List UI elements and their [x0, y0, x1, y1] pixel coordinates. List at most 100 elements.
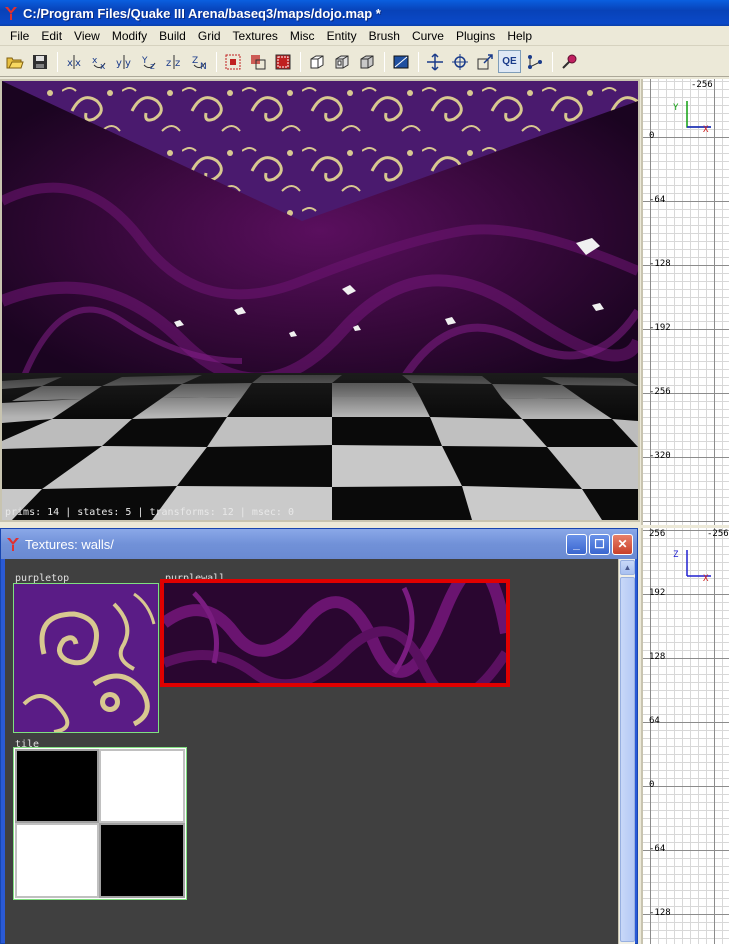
- grid-top-coord: -256: [707, 529, 729, 539]
- maximize-icon: ☐: [594, 537, 605, 551]
- grid-label: -256: [649, 387, 671, 397]
- render-stats: prims: 14 | states: 5 | transforms: 12 |…: [5, 507, 294, 518]
- menu-misc[interactable]: Misc: [284, 29, 321, 43]
- grid-label: 0: [649, 131, 655, 141]
- menu-brush[interactable]: Brush: [363, 29, 406, 43]
- svg-text:z: z: [150, 62, 155, 71]
- menu-file[interactable]: File: [4, 29, 35, 43]
- texture-purpletop[interactable]: [13, 583, 159, 734]
- svg-text:x: x: [92, 56, 98, 66]
- toolbar-separator: [216, 51, 217, 72]
- menu-grid[interactable]: Grid: [192, 29, 227, 43]
- svg-text:z: z: [175, 58, 180, 69]
- grid-label: -64: [649, 195, 666, 205]
- save-button[interactable]: [28, 50, 51, 73]
- toolbar-separator: [57, 51, 58, 72]
- csg-merge-button[interactable]: [355, 50, 378, 73]
- axis-y-label: Y: [673, 103, 679, 113]
- open-button[interactable]: [3, 50, 26, 73]
- tile-swatch: [14, 748, 186, 899]
- menu-textures[interactable]: Textures: [227, 29, 284, 43]
- grid-label: 128: [649, 652, 666, 662]
- select-inside-icon: [275, 54, 290, 69]
- flip-x-icon: xx: [67, 54, 81, 69]
- menu-edit[interactable]: Edit: [35, 29, 68, 43]
- rotate-x-button[interactable]: xx: [87, 50, 110, 73]
- flip-x-button[interactable]: xx: [62, 50, 85, 73]
- menu-build[interactable]: Build: [153, 29, 192, 43]
- grid-label: -128: [649, 259, 671, 269]
- radiant-app: C:/Program Files/Quake III Arena/baseq3/…: [0, 0, 729, 944]
- close-button[interactable]: ✕: [612, 533, 633, 555]
- svg-text:x: x: [100, 62, 106, 71]
- toolbar-separator: [552, 51, 553, 72]
- select-tall-icon: [225, 54, 240, 69]
- rotate-icon: [451, 53, 468, 70]
- cube-merge-icon: [360, 55, 373, 68]
- toolbar-separator: [418, 51, 419, 72]
- textures-title: Textures: walls/: [25, 536, 114, 552]
- plugin-button[interactable]: [557, 50, 580, 73]
- scroll-up-icon[interactable]: ▲: [620, 560, 635, 575]
- menu-help[interactable]: Help: [501, 29, 538, 43]
- qe-label: QE: [502, 56, 517, 67]
- cube-hollow-icon: [335, 55, 348, 68]
- textures-title-bar[interactable]: Textures: walls/ _ ☐ ✕: [1, 529, 637, 559]
- flip-z-button[interactable]: zz: [162, 50, 185, 73]
- title-bar[interactable]: C:/Program Files/Quake III Arena/baseq3/…: [0, 0, 729, 26]
- minimize-button[interactable]: _: [566, 533, 587, 555]
- texture-purplewall-selected[interactable]: [160, 561, 512, 702]
- csg-subtract-button[interactable]: [305, 50, 328, 73]
- menu-plugins[interactable]: Plugins: [450, 29, 501, 43]
- view-icon: [393, 55, 408, 68]
- xy-grid-view[interactable]: -256 Y X 0 -64 -128 -192 -256 -320: [641, 79, 729, 525]
- qe-mode-button[interactable]: QE: [498, 50, 521, 73]
- rotate-y-button[interactable]: Yz: [137, 50, 160, 73]
- svg-text:Z: Z: [192, 56, 198, 66]
- grid-top-coord: 256: [649, 529, 666, 539]
- cube-icon: [310, 55, 323, 68]
- svg-text:z: z: [166, 58, 171, 69]
- select-inside-button[interactable]: [271, 50, 294, 73]
- axis-x-label: X: [703, 574, 709, 584]
- rotate-button[interactable]: [448, 50, 471, 73]
- close-icon: ✕: [617, 537, 628, 551]
- scale-icon: [477, 53, 493, 69]
- scale-button[interactable]: [473, 50, 496, 73]
- flip-y-button[interactable]: yy: [112, 50, 135, 73]
- texture-tile[interactable]: [13, 747, 187, 900]
- texture-browser[interactable]: purpletop purplewall tile ▲: [5, 559, 635, 944]
- folder-open-icon: [6, 57, 24, 68]
- maximize-button[interactable]: ☐: [589, 533, 610, 555]
- grid-label: -64: [649, 844, 666, 854]
- move-button[interactable]: [423, 50, 446, 73]
- menu-modify[interactable]: Modify: [106, 29, 153, 43]
- main-toolbar: xx xx yy Yz zz ZN QE: [0, 47, 729, 77]
- menu-entity[interactable]: Entity: [321, 29, 363, 43]
- select-touching-button[interactable]: [246, 50, 269, 73]
- rotate-z-button[interactable]: ZN: [187, 50, 210, 73]
- move-arrows-icon: [426, 52, 443, 71]
- grid-label: -192: [649, 323, 671, 333]
- axis-x-label: X: [703, 125, 709, 135]
- menu-curve[interactable]: Curve: [406, 29, 450, 43]
- menu-bar: File Edit View Modify Build Grid Texture…: [0, 26, 729, 46]
- radiant-logo-icon: [5, 7, 17, 20]
- vertex-icon: [527, 54, 542, 69]
- svg-text:x: x: [75, 58, 81, 69]
- menu-view[interactable]: View: [68, 29, 106, 43]
- minimize-icon: _: [573, 537, 580, 551]
- rotate-x-icon: xx: [92, 56, 106, 71]
- axis-z-label: Z: [673, 550, 679, 560]
- change-view-button[interactable]: [389, 50, 412, 73]
- xz-grid-view[interactable]: 256 -256 Z X 192 128 64 0 -64 -128: [641, 528, 729, 944]
- scroll-thumb[interactable]: [620, 577, 635, 942]
- camera-viewport[interactable]: prims: 14 | states: 5 | transforms: 12 |…: [0, 79, 640, 522]
- csg-hollow-button[interactable]: [330, 50, 353, 73]
- grid-label: 0: [649, 780, 655, 790]
- rotate-z-icon: ZN: [192, 56, 207, 71]
- select-touching-icon: [250, 54, 265, 69]
- vertex-edit-button[interactable]: [523, 50, 546, 73]
- select-complete-tall-button[interactable]: [221, 50, 244, 73]
- texture-scrollbar[interactable]: ▲: [618, 559, 635, 944]
